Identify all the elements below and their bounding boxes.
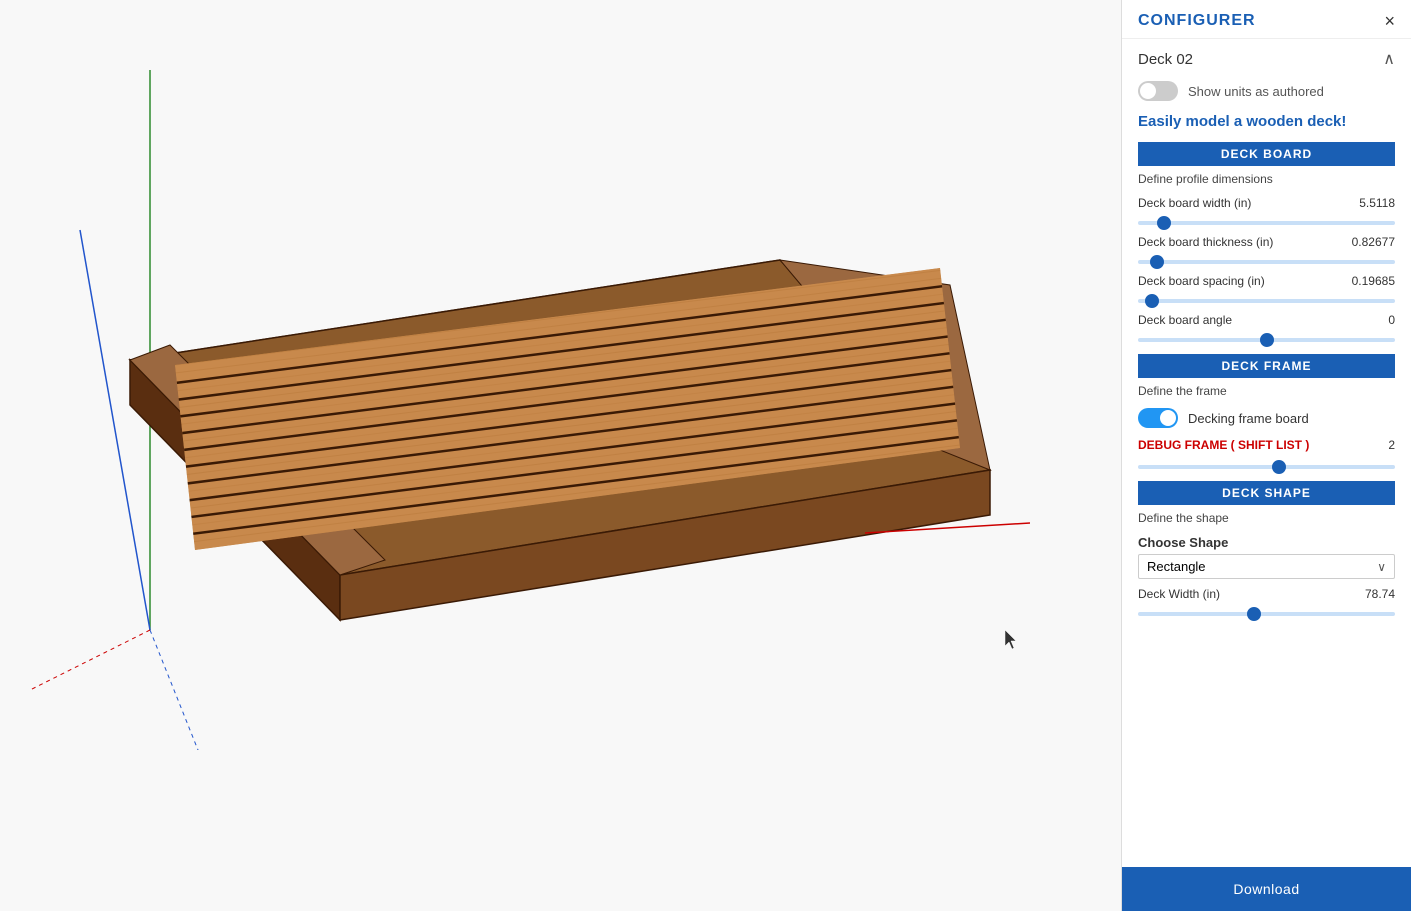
param-board-spacing: Deck board spacing (in) 0.19685: [1122, 270, 1411, 309]
config-panel: CONFIGURER × Deck 02 ∧ Show units as aut…: [1121, 0, 1411, 911]
board-thickness-value: 0.82677: [1352, 235, 1395, 249]
toggle-units-row: Show units as authored: [1122, 75, 1411, 111]
param-board-thickness: Deck board thickness (in) 0.82677: [1122, 231, 1411, 270]
board-width-label: Deck board width (in): [1138, 196, 1251, 210]
frame-toggle-row: Decking frame board: [1122, 404, 1411, 434]
choose-shape-row: Choose Shape Rectangle ∨: [1122, 531, 1411, 583]
debug-slider-row: [1122, 452, 1411, 475]
board-spacing-label: Deck board spacing (in): [1138, 274, 1265, 288]
param-board-angle: Deck board angle 0: [1122, 309, 1411, 348]
panel-header: CONFIGURER ×: [1122, 0, 1411, 39]
frame-toggle-label: Decking frame board: [1188, 411, 1309, 426]
frame-toggle-knob: [1160, 410, 1176, 426]
board-angle-value: 0: [1388, 313, 1395, 327]
board-spacing-value: 0.19685: [1352, 274, 1395, 288]
deck-shape-sub: Define the shape: [1122, 509, 1411, 531]
deck-board-sub: Define profile dimensions: [1122, 170, 1411, 192]
board-angle-slider[interactable]: [1138, 338, 1395, 342]
board-thickness-label: Deck board thickness (in): [1138, 235, 1273, 249]
deck-width-value: 78.74: [1365, 587, 1395, 601]
shape-dropdown[interactable]: Rectangle ∨: [1138, 554, 1395, 579]
param-deck-width: Deck Width (in) 78.74: [1122, 583, 1411, 622]
frame-toggle-switch[interactable]: [1138, 408, 1178, 428]
deck-width-slider[interactable]: [1138, 612, 1395, 616]
board-angle-label: Deck board angle: [1138, 313, 1232, 327]
download-button[interactable]: Download: [1122, 867, 1411, 911]
deck-illustration: [30, 50, 1030, 750]
3d-viewport: [0, 0, 1121, 911]
deck-name-row: Deck 02 ∧: [1122, 39, 1411, 75]
panel-scroll-content[interactable]: Deck 02 ∧ Show units as authored Easily …: [1122, 39, 1411, 867]
deck-width-label: Deck Width (in): [1138, 587, 1220, 601]
mouse-cursor: [1005, 630, 1021, 650]
tagline: Easily model a wooden deck!: [1122, 111, 1411, 142]
deck-frame-header: DECK FRAME: [1138, 354, 1395, 378]
debug-frame-label: DEBUG FRAME ( SHIFT LIST ): [1138, 438, 1309, 452]
board-spacing-slider[interactable]: [1138, 299, 1395, 303]
panel-title: CONFIGURER: [1138, 12, 1256, 30]
debug-frame-row: DEBUG FRAME ( SHIFT LIST ) 2: [1122, 434, 1411, 452]
choose-shape-label: Choose Shape: [1138, 535, 1395, 550]
shape-value: Rectangle: [1147, 559, 1206, 574]
board-width-value: 5.5118: [1359, 196, 1395, 210]
board-width-slider[interactable]: [1138, 221, 1395, 225]
chevron-up-icon[interactable]: ∧: [1383, 49, 1395, 69]
toggle-units-label: Show units as authored: [1188, 84, 1324, 99]
deck-frame-sub: Define the frame: [1122, 382, 1411, 404]
toggle-units-switch[interactable]: [1138, 81, 1178, 101]
debug-frame-value: 2: [1388, 438, 1395, 452]
deck-board-header: DECK BOARD: [1138, 142, 1395, 166]
board-thickness-slider[interactable]: [1138, 260, 1395, 264]
param-board-width: Deck board width (in) 5.5118: [1122, 192, 1411, 231]
shape-chevron-icon: ∨: [1377, 560, 1386, 574]
close-button[interactable]: ×: [1384, 12, 1395, 30]
deck-name-label: Deck 02: [1138, 51, 1193, 68]
toggle-knob: [1140, 83, 1156, 99]
debug-frame-slider[interactable]: [1138, 465, 1395, 469]
deck-shape-header: DECK SHAPE: [1138, 481, 1395, 505]
